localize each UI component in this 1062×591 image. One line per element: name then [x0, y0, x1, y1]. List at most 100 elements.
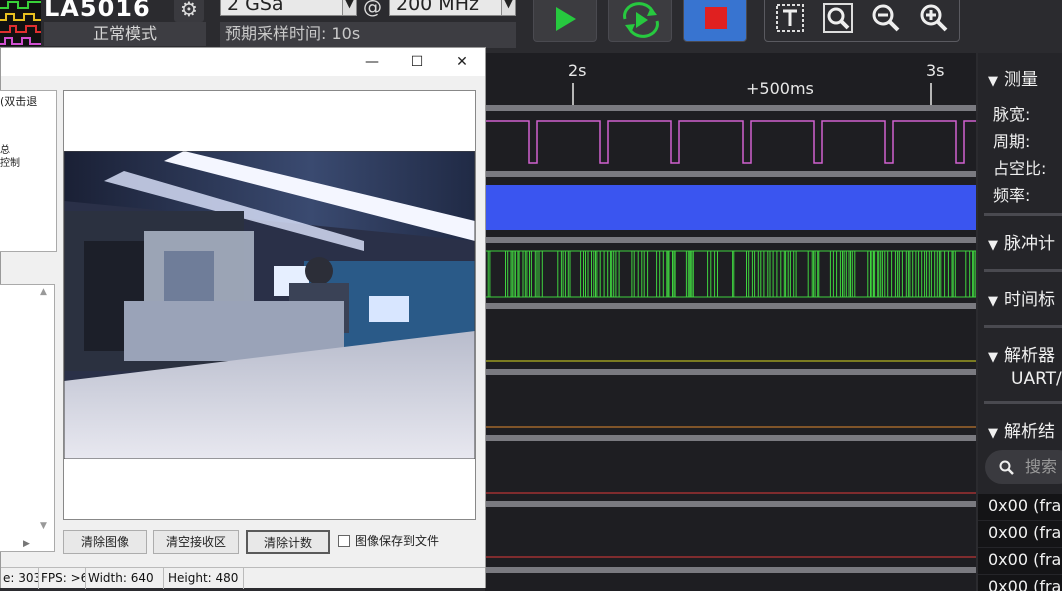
channel-2-edge — [487, 251, 489, 297]
run-button[interactable] — [533, 0, 597, 42]
window-titlebar[interactable]: — ☐ ✕ — [1, 48, 485, 76]
section-pulse-count-title: 脉冲计 — [1004, 234, 1055, 254]
channel-2-edge — [732, 251, 734, 297]
device-model: LA5016 — [44, 0, 151, 22]
channel-2-edge — [887, 251, 889, 297]
result-row[interactable]: 0x00 (fra — [978, 494, 1062, 520]
save-image-label[interactable]: 图像保存到文件 — [355, 532, 439, 549]
result-row[interactable]: 0x00 (fra — [978, 521, 1062, 547]
close-button[interactable]: ✕ — [439, 48, 485, 76]
channel-2-edge — [643, 251, 645, 297]
zoom-fit-icon[interactable] — [823, 3, 853, 33]
sample-rate-select[interactable]: 200 MHz ▼ — [389, 0, 516, 16]
channel-2-edge — [685, 251, 687, 297]
scroll-up-icon[interactable]: ▲ — [40, 287, 47, 297]
channel-2-edge — [607, 251, 609, 297]
section-decode-results[interactable]: ▼ 解析结 — [988, 417, 1055, 442]
waveform-canvas — [485, 83, 976, 573]
minimize-button[interactable]: — — [349, 48, 395, 76]
channel-2-edge — [562, 251, 564, 297]
channel-2-edge — [593, 251, 595, 297]
stop-button[interactable] — [683, 0, 747, 42]
search-placeholder: 搜索 — [1025, 457, 1058, 476]
measure-duty-cycle: 占空比: — [993, 159, 1047, 178]
text-cursor-icon[interactable] — [775, 3, 805, 33]
chevron-down-icon: ▼ — [342, 0, 356, 15]
channel-2-edge — [795, 251, 797, 297]
repeat-run-button[interactable] — [608, 0, 672, 42]
gear-icon[interactable]: ⚙ — [174, 0, 204, 22]
channel-2-edge — [514, 251, 516, 297]
scroll-down-icon[interactable]: ▼ — [40, 521, 47, 531]
measure-pulse-width: 脉宽: — [993, 105, 1031, 124]
channel-2-edge — [928, 251, 930, 297]
zoom-out-icon[interactable] — [871, 3, 901, 33]
channel-2-edge — [884, 251, 886, 297]
image-preview — [63, 90, 476, 520]
channel-2-edge — [757, 251, 759, 297]
result-row[interactable]: 0x00 (fra — [978, 575, 1062, 591]
clear-receive-button[interactable]: 清空接收区 — [153, 530, 239, 554]
scroll-right-icon[interactable]: ▶ — [23, 539, 30, 549]
channel-2-waveform — [485, 250, 976, 298]
channel-2-edge — [689, 251, 691, 297]
channel-2-edge — [854, 251, 856, 297]
section-decode-results-title: 解析结 — [1004, 422, 1055, 442]
section-decoders[interactable]: ▼ 解析器 — [988, 341, 1055, 366]
channel-2-edge — [817, 251, 819, 297]
channel-2-edge — [587, 251, 589, 297]
channel-2-edge — [905, 251, 907, 297]
decoder-item-uart[interactable]: UART/ — [1011, 369, 1062, 389]
channel-2-edge — [769, 251, 771, 297]
channel-2-edge — [972, 251, 974, 297]
search-input[interactable]: 搜索 — [985, 450, 1062, 484]
waveform-area[interactable]: 2s +500ms 3s — [485, 53, 976, 591]
mode-selector[interactable]: 正常模式 — [44, 22, 206, 46]
result-row[interactable]: 0x00 (fra — [978, 548, 1062, 574]
channel-2-edge — [947, 251, 949, 297]
section-timestamp[interactable]: ▼ 时间标 — [988, 285, 1055, 310]
channel-2-edge — [813, 251, 815, 297]
estimated-sample-time: 预期采样时间: 10s — [220, 22, 516, 48]
channel-2-edge — [850, 251, 851, 297]
channel-2-edge — [538, 251, 540, 297]
channel-2-edge — [541, 251, 543, 297]
channel-2-edge — [952, 251, 954, 297]
at-symbol: @ — [363, 0, 382, 18]
section-measure[interactable]: ▼ 测量 — [988, 65, 1038, 90]
collapse-triangle-icon: ▼ — [988, 350, 998, 365]
maximize-button[interactable]: ☐ — [394, 48, 440, 76]
divider — [984, 213, 1062, 216]
channel-2-edge — [596, 251, 598, 297]
section-pulse-count[interactable]: ▼ 脉冲计 — [988, 229, 1055, 254]
channel-2-edge — [793, 251, 795, 297]
section-timestamp-title: 时间标 — [1004, 290, 1055, 310]
section-measure-title: 测量 — [1004, 70, 1038, 90]
receive-area[interactable]: ▲ ▼ — [0, 284, 55, 552]
channel-2-edge — [954, 251, 956, 297]
status-width: Width: 640 — [86, 568, 164, 589]
repeat-play-icon — [623, 2, 659, 38]
channel-2-edge — [489, 251, 491, 297]
channel-2-edge — [530, 251, 532, 297]
clear-count-button[interactable]: 清除计数 — [246, 530, 330, 554]
channel-2-edge — [873, 251, 874, 297]
channel-2-edge — [930, 251, 932, 297]
channel-2-edge — [974, 251, 976, 297]
status-bar: e: 3036 FPS: >6 Width: 640 Height: 480 — [1, 567, 485, 589]
channel-2-edge — [667, 251, 669, 297]
channel-2-edge — [940, 251, 942, 297]
channel-2-edge — [599, 251, 601, 297]
zoom-in-icon[interactable] — [919, 3, 949, 33]
clear-image-button[interactable]: 清除图像 — [63, 530, 147, 554]
save-image-checkbox[interactable] — [338, 535, 350, 547]
sample-count-select[interactable]: 2 GSa ▼ — [220, 0, 357, 16]
channel-2-edge — [751, 251, 753, 297]
camera-image — [64, 151, 475, 459]
channel-2-edge — [707, 251, 709, 297]
channel-2-edge — [585, 251, 586, 297]
channel-2-edge — [595, 251, 596, 297]
channel-2-edge — [845, 251, 847, 297]
channel-2-edge — [748, 251, 750, 297]
channel-2-edge — [717, 251, 718, 297]
